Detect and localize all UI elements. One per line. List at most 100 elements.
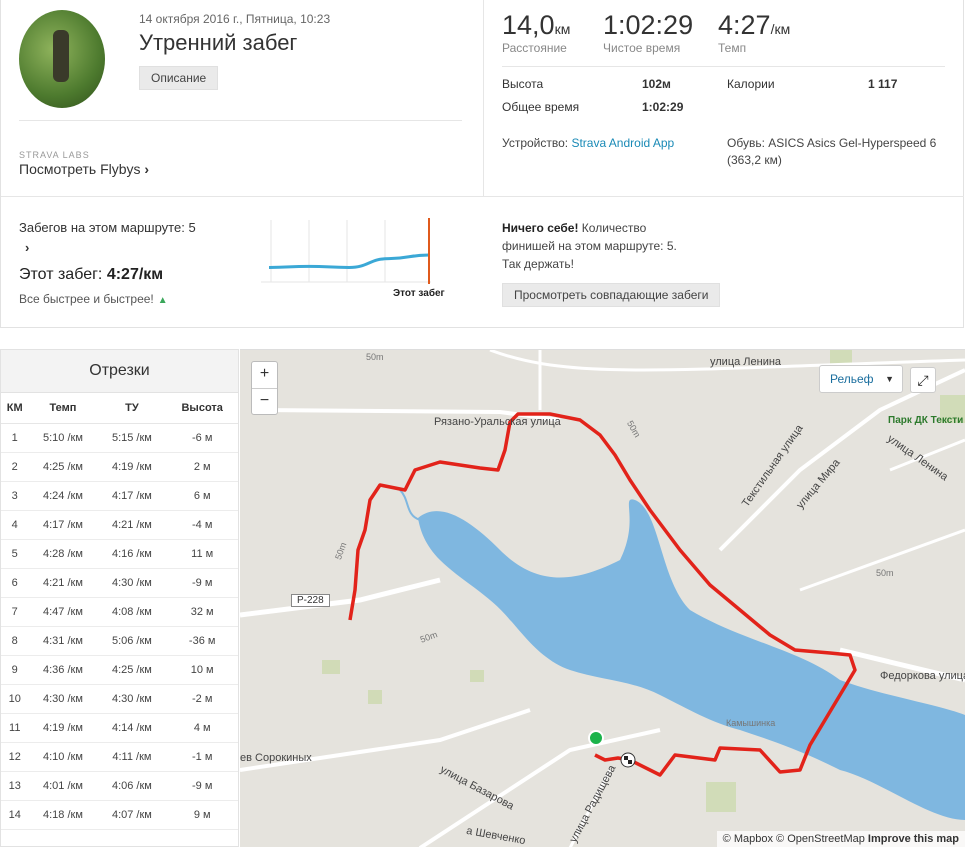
splits-cell: 4:36 /км [28, 655, 98, 685]
zoom-control: + − [251, 361, 278, 415]
table-row: 11 4:19 /км 4:14 /км 4 м [1, 713, 238, 743]
device-label: Устройство: [502, 136, 572, 150]
distance-label: Расстояние [502, 41, 567, 55]
splits-cell: 5 [1, 539, 29, 569]
splits-cell: 4:28 /км [28, 539, 98, 569]
distance-value: 14,0 [502, 10, 555, 40]
fullscreen-icon[interactable]: ⤢ [910, 367, 936, 393]
map-label-ryazano: Рязано-Уральская улица [434, 416, 561, 428]
moving-time-stat: 1:02:29 Чистое время [603, 10, 693, 55]
splits-cell: 5:06 /км [97, 626, 167, 656]
splits-cell: 7 [1, 597, 29, 627]
elapsed-label: Общее время [502, 100, 580, 114]
splits-cell: 9 м [166, 800, 238, 830]
splits-cell: 4:47 /км [28, 597, 98, 627]
splits-cell: 2 [1, 452, 29, 482]
contour-label: 50m [366, 352, 384, 362]
splits-cell: 4:30 /км [28, 684, 98, 714]
route-finish-marker [620, 752, 636, 768]
table-row: 9 4:36 /км 4:25 /км 10 м [1, 655, 238, 685]
splits-cell: 4:25 /км [28, 452, 98, 482]
splits-cell: -2 м [166, 684, 238, 714]
splits-cell: 4:18 /км [28, 800, 98, 830]
splits-cell: 3 [1, 481, 29, 511]
activity-title: Утренний забег [139, 30, 298, 55]
splits-cell: 11 м [166, 539, 238, 569]
splits-cell: 4:01 /км [28, 771, 98, 801]
map-layer-select[interactable]: Рельеф ▼ [819, 365, 903, 393]
splits-column-header: Темп [28, 393, 98, 424]
pace-stat: 4:27/км Темп [718, 10, 790, 55]
splits-cell: 9 [1, 655, 29, 685]
route-map[interactable]: улица Ленина Рязано-Уральская улица Парк… [240, 349, 965, 847]
splits-cell: -9 м [166, 568, 238, 598]
splits-cell: 5:10 /км [28, 423, 98, 453]
avatar[interactable] [19, 10, 105, 108]
splits-cell: 12 [1, 742, 29, 772]
splits-cell: -9 м [166, 771, 238, 801]
map-label-park: Парк ДК Тексти [888, 415, 964, 426]
elapsed-value: 1:02:29 [642, 100, 684, 114]
pace-label: Темп [718, 41, 747, 55]
caret-down-icon: ▼ [885, 374, 894, 384]
device-link[interactable]: Strava Android App [571, 136, 674, 150]
table-row: 10 4:30 /км 4:30 /км -2 м [1, 684, 238, 714]
splits-panel: Отрезки КМ Темп ТУ Высота 1 5:10 /км 5:15 /км… [0, 349, 239, 847]
up-triangle-icon: ▲ [157, 295, 168, 306]
splits-cell: 4:08 /км [97, 597, 167, 627]
contour-label: 50m [876, 568, 894, 578]
splits-cell: 4:10 /км [28, 742, 98, 772]
improve-map-link[interactable]: Improve this map [868, 833, 959, 845]
splits-cell: 4:30 /км [97, 684, 167, 714]
splits-cell: -6 м [166, 423, 238, 453]
flyby-link[interactable]: Посмотреть Flybys › [19, 161, 149, 177]
matched-runs-button[interactable]: Просмотреть совпадающие забеги [502, 283, 721, 307]
this-run-pace: Этот забег: 4:27/км [19, 266, 163, 284]
chevron-right-icon[interactable]: › [25, 240, 29, 255]
table-row: 8 4:31 /км 5:06 /км -36 м [1, 626, 238, 656]
pace-unit: /км [770, 21, 791, 37]
table-row: 5 4:28 /км 4:16 /км 11 м [1, 539, 238, 569]
divider [483, 0, 484, 196]
splits-cell: 4:30 /км [97, 568, 167, 598]
road-shield-r228: Р-228 [291, 594, 330, 607]
route-runs-count[interactable]: Забегов на этом маршруте: 5 [19, 220, 196, 235]
calories-label: Калории [727, 77, 775, 91]
splits-cell: 4 м [166, 713, 238, 743]
map-label-sorokinykh: ев Сорокиных [240, 752, 312, 764]
flyby-link-text: Посмотреть Flybys [19, 161, 141, 177]
splits-cell: 2 м [166, 452, 238, 482]
avatar-figure [53, 30, 69, 82]
map-label-kamyshinka: Камышинка [726, 718, 776, 728]
splits-cell: 4:06 /км [97, 771, 167, 801]
splits-cell: -36 м [166, 626, 238, 656]
splits-cell: 4:07 /км [97, 800, 167, 830]
zoom-in-button[interactable]: + [252, 362, 277, 388]
splits-cell: 1 [1, 423, 29, 453]
table-row: 1 5:10 /км 5:15 /км -6 м [1, 423, 238, 453]
splits-cell: 4:21 /км [28, 568, 98, 598]
kudos-bold: Ничего себе! [502, 221, 579, 235]
shoes-label: Обувь: ASICS Asics Gel-Hyperspeed 6 [727, 136, 937, 150]
distance-unit: км [554, 21, 571, 37]
shoes-distance: (363,2 км) [727, 153, 782, 167]
splits-cell: 4:21 /км [97, 510, 167, 540]
divider [1, 196, 964, 197]
table-row: 12 4:10 /км 4:11 /км -1 м [1, 742, 238, 772]
splits-cell: 4:19 /км [97, 452, 167, 482]
table-row: 13 4:01 /км 4:06 /км -9 м [1, 771, 238, 801]
zoom-out-button[interactable]: − [252, 388, 277, 414]
map-layer-label: Рельеф [830, 372, 874, 386]
map-label-fedorkova: Федоркова улица [880, 670, 965, 682]
splits-cell: 4:17 /км [28, 510, 98, 540]
moving-time-label: Чистое время [603, 41, 681, 55]
osm-link[interactable]: © OpenStreetMap [776, 833, 865, 845]
strava-labs-label: STRAVA LABS [19, 150, 90, 160]
splits-cell: 4:16 /км [97, 539, 167, 569]
description-button[interactable]: Описание [139, 66, 219, 90]
moving-time-value: 1:02:29 [603, 10, 694, 40]
splits-column-header: КМ [1, 393, 29, 424]
mapbox-link[interactable]: © Mapbox [723, 833, 773, 845]
splits-cell: 4:31 /км [28, 626, 98, 656]
trend-text: Все быстрее и быстрее! ▲ [19, 292, 168, 306]
